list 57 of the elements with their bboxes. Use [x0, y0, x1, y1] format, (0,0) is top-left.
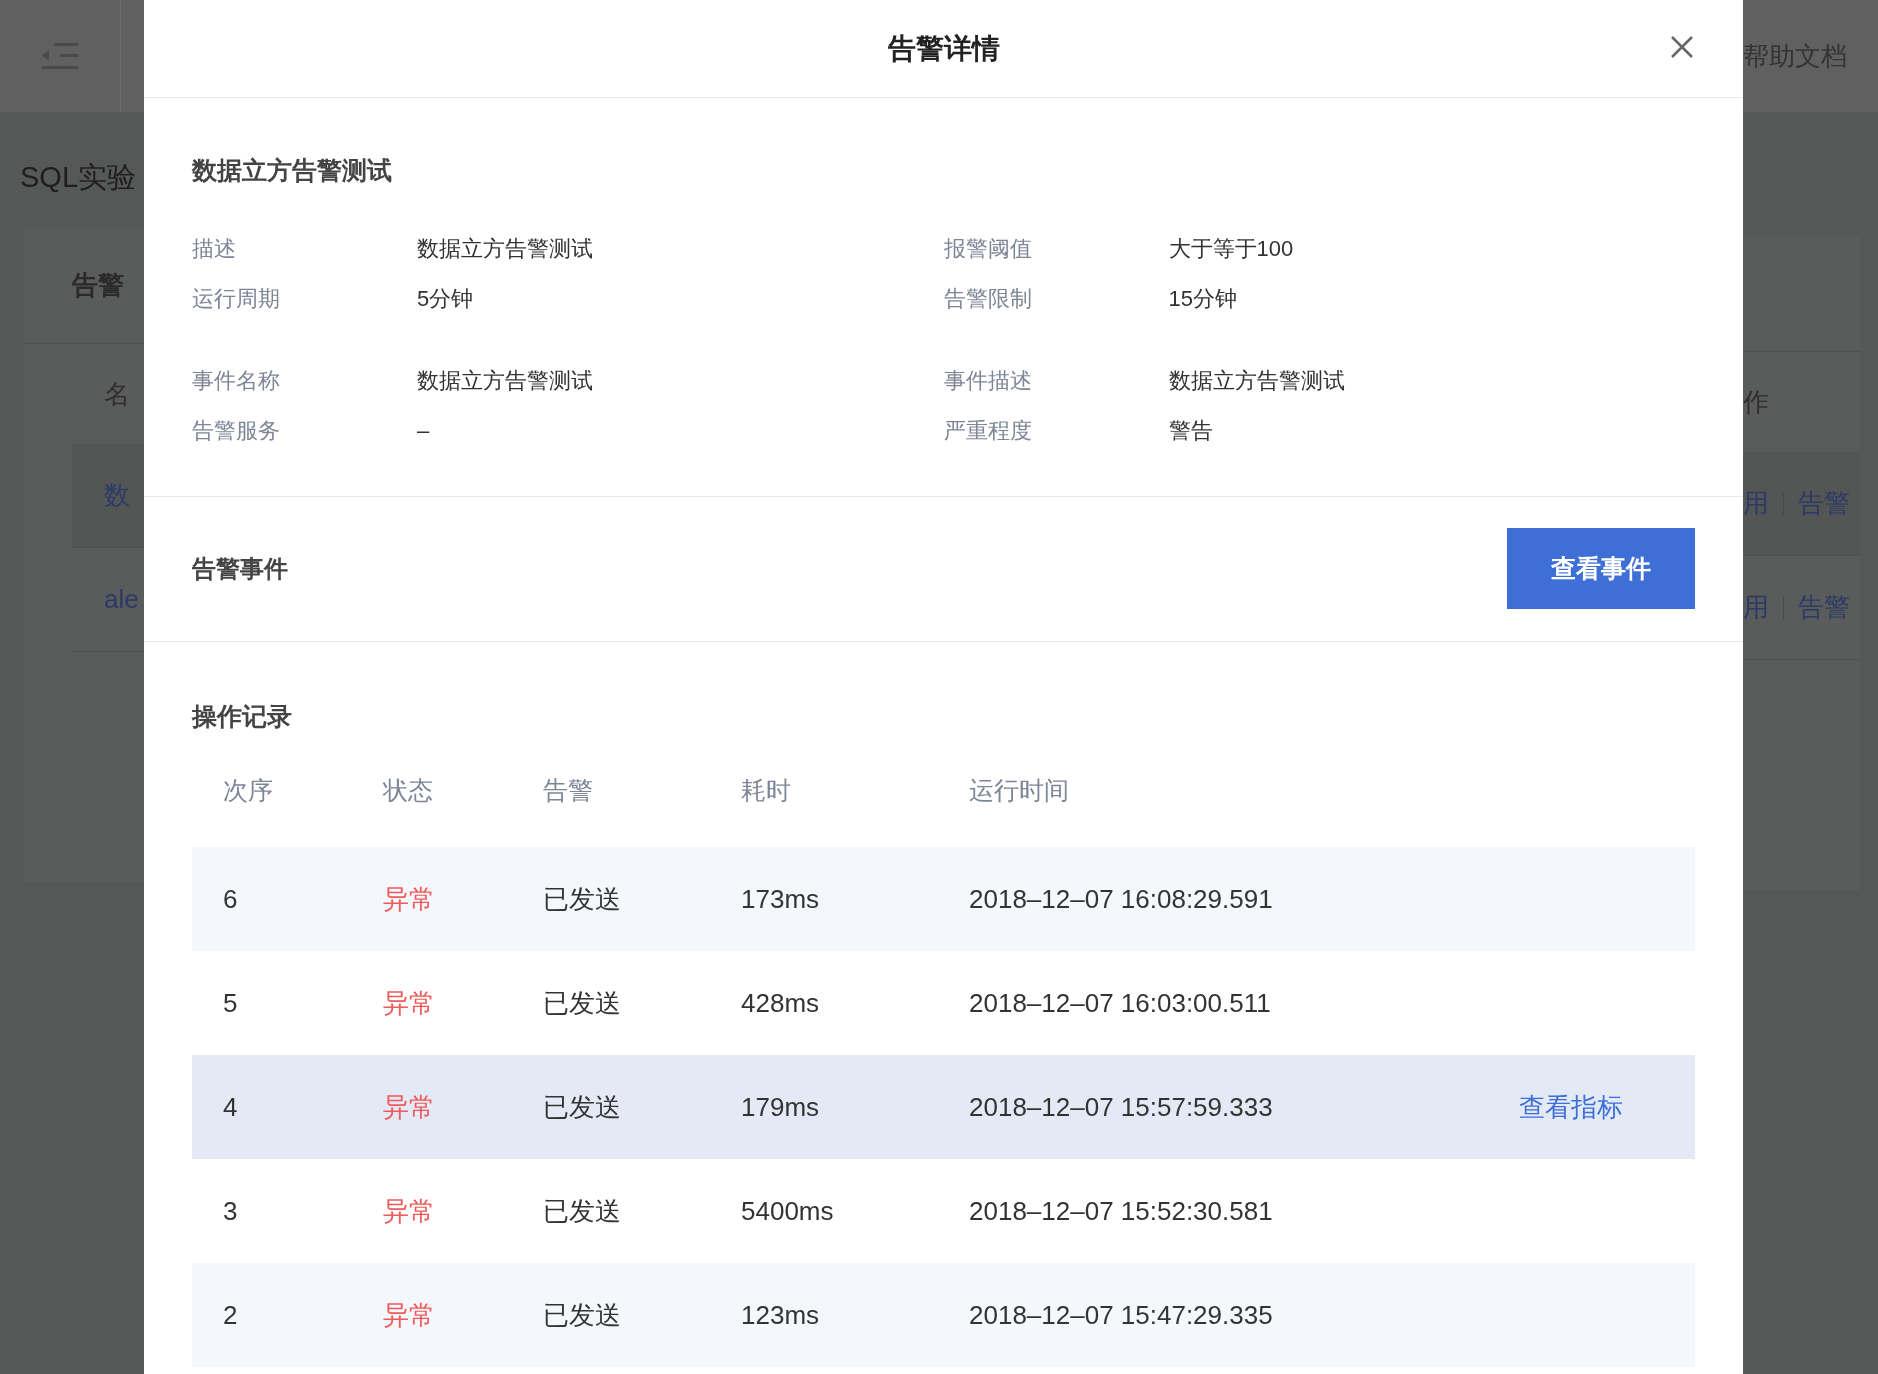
table-cell: 2018–12–07 16:08:29.591	[969, 883, 1273, 914]
table-cell: 428ms	[741, 987, 820, 1018]
table-cell: 已发送	[543, 987, 621, 1018]
table-cell: 2	[223, 1299, 238, 1330]
table-cell: 2018–12–07 15:47:29.335	[969, 1299, 1273, 1330]
column-header: 次序	[223, 776, 273, 805]
table-cell: 2018–12–07 15:52:30.581	[969, 1195, 1273, 1226]
table-cell: 5	[223, 987, 238, 1018]
status-text: 异常	[383, 1091, 435, 1122]
table-cell: 已发送	[543, 1299, 621, 1330]
table-cell: 2018–12–07 16:03:00.511	[969, 987, 1271, 1018]
table-cell: 123ms	[741, 1299, 820, 1330]
section-title: 操作记录	[192, 700, 293, 732]
table-cell: 2018–12–07 15:57:59.333	[969, 1091, 1273, 1122]
table-cell: 173ms	[741, 883, 820, 914]
field-label: 严重程度	[943, 417, 1033, 445]
field-label: 运行周期	[192, 285, 281, 313]
field-value: 数据立方告警测试	[417, 235, 593, 263]
field-value: 大于等于100	[1168, 235, 1294, 263]
log-row[interactable]: 2 异常 已发送 123ms 2018–12–07 15:47:29.335	[192, 1263, 1695, 1367]
table-cell: 5400ms	[741, 1195, 834, 1226]
table-cell: 已发送	[543, 1195, 621, 1226]
column-header: 告警	[543, 776, 593, 805]
field-value: 警告	[1168, 417, 1213, 445]
field-label: 报警阈值	[943, 235, 1033, 263]
field-value: 数据立方告警测试	[417, 367, 593, 395]
field-label: 告警限制	[943, 285, 1033, 313]
table-cell: 已发送	[543, 883, 621, 914]
log-row[interactable]: 6 异常 已发送 173ms 2018–12–07 16:08:29.591	[192, 847, 1695, 951]
field-value: –	[417, 417, 430, 445]
table-cell: 4	[223, 1091, 238, 1122]
view-events-button[interactable]: 查看事件	[1507, 528, 1695, 609]
status-text: 异常	[383, 987, 435, 1018]
field-value: 数据立方告警测试	[1168, 367, 1345, 395]
column-header: 运行时间	[969, 776, 1069, 805]
field-value: 5分钟	[417, 285, 474, 313]
field-label: 事件名称	[192, 367, 281, 395]
table-cell: 6	[223, 883, 238, 914]
table-cell: 179ms	[741, 1091, 820, 1122]
field-label: 描述	[192, 235, 237, 263]
status-text: 异常	[383, 1195, 435, 1226]
dialog-title: 告警详情	[887, 31, 1000, 66]
status-text: 异常	[383, 883, 435, 914]
close-icon	[1670, 35, 1694, 59]
column-header: 状态	[383, 776, 433, 805]
section-title: 告警事件	[192, 553, 288, 584]
column-header: 耗时	[741, 776, 791, 805]
field-label: 事件描述	[943, 367, 1033, 395]
rule-title: 数据立方告警测试	[192, 155, 393, 186]
table-cell: 3	[223, 1195, 238, 1226]
page-title: SQL实验	[20, 163, 138, 192]
table-cell: 已发送	[543, 1091, 621, 1122]
view-metrics-link[interactable]: 查看指标	[1519, 1091, 1623, 1122]
log-row[interactable]: 4 异常 已发送 179ms 2018–12–07 15:57:59.333 查看指标	[192, 1055, 1695, 1159]
field-value: 15分钟	[1168, 285, 1237, 313]
field-label: 告警服务	[192, 417, 281, 445]
status-text: 异常	[383, 1299, 435, 1330]
